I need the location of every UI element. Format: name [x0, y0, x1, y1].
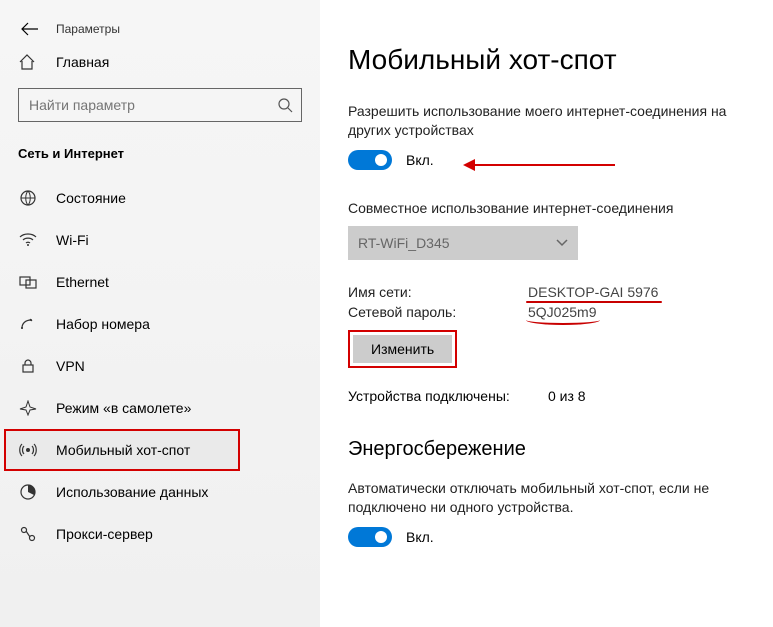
- sidebar-item-vpn[interactable]: VPN: [0, 345, 320, 387]
- main-content: Мобильный хот-спот Разрешить использован…: [320, 0, 773, 627]
- annotation-arrow: [463, 159, 615, 171]
- ethernet-icon: [18, 275, 38, 289]
- power-saving-heading: Энергосбережение: [348, 438, 749, 461]
- search-icon: [277, 97, 293, 113]
- power-toggle[interactable]: [348, 527, 392, 547]
- sidebar-item-label: Прокси-сервер: [56, 526, 153, 542]
- network-password-row: Сетевой пароль: 5QJ025m9: [348, 304, 749, 320]
- sidebar-item-label: VPN: [56, 358, 85, 374]
- datausage-icon: [18, 484, 38, 500]
- share-connection-value: RT-WiFi_D345: [358, 235, 450, 251]
- sidebar-item-proxy[interactable]: Прокси-сервер: [0, 513, 320, 555]
- edit-button[interactable]: Изменить: [353, 335, 452, 363]
- sidebar-item-label: Ethernet: [56, 274, 109, 290]
- sidebar-item-label: Wi-Fi: [56, 232, 89, 248]
- network-name-label: Имя сети:: [348, 284, 528, 300]
- dialup-icon: [18, 317, 38, 331]
- annotation-box: Изменить: [348, 330, 457, 368]
- chevron-down-icon: [556, 239, 568, 247]
- sidebar-item-hotspot[interactable]: Мобильный хот-спот: [4, 429, 240, 471]
- devices-connected-row: Устройства подключены: 0 из 8: [348, 388, 749, 404]
- airplane-icon: [18, 400, 38, 416]
- page-title: Мобильный хот-спот: [348, 44, 749, 76]
- nav-home-label: Главная: [56, 54, 109, 70]
- sidebar-item-label: Использование данных: [56, 484, 208, 500]
- network-password-value: 5QJ025m9: [528, 304, 596, 320]
- network-name-row: Имя сети: DESKTOP-GAI 5976: [348, 284, 749, 300]
- search-wrap: [0, 80, 320, 136]
- hotspot-toggle-label: Вкл.: [406, 152, 434, 168]
- sidebar-item-label: Режим «в самолете»: [56, 400, 191, 416]
- back-arrow-icon: [21, 22, 39, 36]
- window-title: Параметры: [56, 22, 120, 36]
- network-password-label: Сетевой пароль:: [348, 304, 528, 320]
- nav-list: Состояние Wi-Fi Ethernet Набор номера VP…: [0, 177, 320, 555]
- sidebar-item-ethernet[interactable]: Ethernet: [0, 261, 320, 303]
- edit-button-row: Изменить: [348, 330, 749, 368]
- sidebar-item-label: Состояние: [56, 190, 126, 206]
- search-box[interactable]: [18, 88, 302, 122]
- hotspot-toggle[interactable]: [348, 150, 392, 170]
- nav-home[interactable]: Главная: [0, 44, 320, 80]
- sidebar-item-airplane[interactable]: Режим «в самолете»: [0, 387, 320, 429]
- power-toggle-row: Вкл.: [348, 527, 749, 547]
- sidebar-item-label: Набор номера: [56, 316, 150, 332]
- devices-connected-label: Устройства подключены:: [348, 388, 548, 404]
- vpn-icon: [18, 359, 38, 373]
- sidebar-item-label: Мобильный хот-спот: [56, 442, 190, 458]
- window-header: Параметры: [0, 14, 320, 44]
- sidebar-section-label: Сеть и Интернет: [0, 136, 320, 169]
- sidebar: Параметры Главная Сеть и Интернет Состоя…: [0, 0, 320, 627]
- wifi-icon: [18, 233, 38, 247]
- hotspot-toggle-row: Вкл.: [348, 150, 749, 170]
- share-description: Разрешить использование моего интернет-с…: [348, 102, 749, 140]
- hotspot-icon: [18, 442, 38, 458]
- search-input[interactable]: [29, 97, 265, 113]
- proxy-icon: [18, 526, 38, 542]
- back-button[interactable]: [18, 17, 42, 41]
- share-connection-select[interactable]: RT-WiFi_D345: [348, 226, 578, 260]
- network-name-value: DESKTOP-GAI 5976: [528, 284, 658, 300]
- power-toggle-label: Вкл.: [406, 529, 434, 545]
- status-icon: [18, 189, 38, 207]
- sidebar-item-datausage[interactable]: Использование данных: [0, 471, 320, 513]
- power-saving-description: Автоматически отключать мобильный хот-сп…: [348, 479, 749, 517]
- share-connection-label: Совместное использование интернет-соедин…: [348, 200, 749, 216]
- sidebar-item-status[interactable]: Состояние: [0, 177, 320, 219]
- home-icon: [18, 54, 38, 70]
- sidebar-item-dialup[interactable]: Набор номера: [0, 303, 320, 345]
- sidebar-item-wifi[interactable]: Wi-Fi: [0, 219, 320, 261]
- devices-connected-value: 0 из 8: [548, 388, 586, 404]
